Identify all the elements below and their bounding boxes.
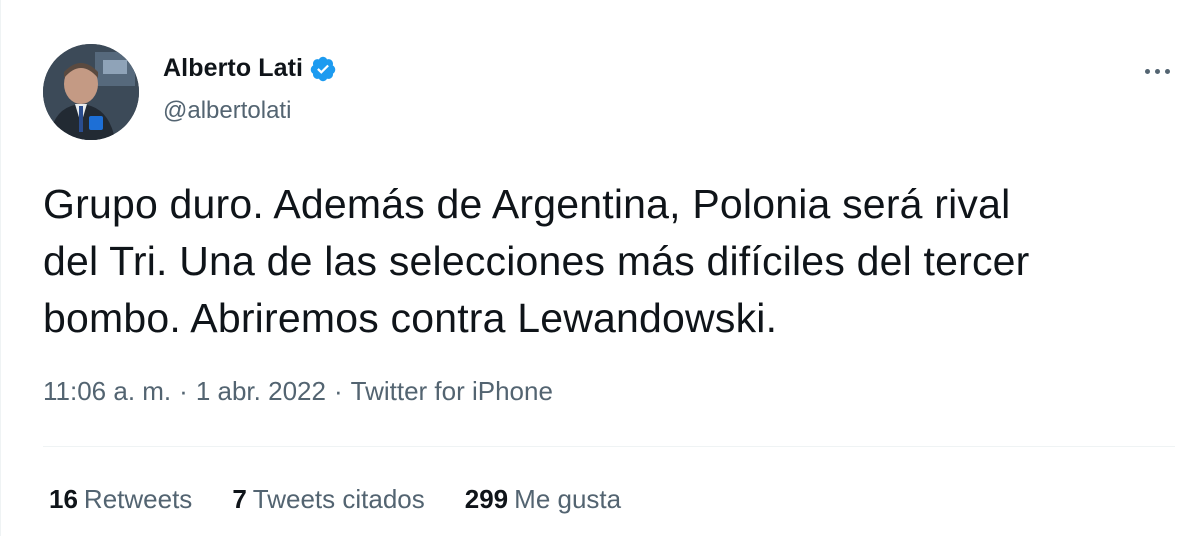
tweet-text-line: bombo. Abriremos contra Lewandowski. (43, 295, 778, 341)
author-row: Alberto Lati (163, 54, 337, 83)
retweets-label: Retweets (83, 484, 193, 514)
retweets-count: 16 (49, 484, 78, 514)
quotes-stat[interactable]: 7 Tweets citados (232, 484, 424, 515)
likes-label: Me gusta (514, 484, 622, 514)
tweet-text-line: Grupo duro. Además de Argentina, Polonia… (43, 181, 1011, 227)
more-options-icon[interactable] (1139, 56, 1175, 86)
avatar[interactable] (43, 44, 139, 140)
author-handle[interactable]: @albertolati (163, 97, 291, 125)
tweet-card: Alberto Lati @albertolati Grupo duro. Ad… (0, 0, 1200, 536)
quotes-count: 7 (232, 484, 247, 514)
tweet-text-line: del Tri. Una de las selecciones más difí… (43, 238, 1030, 284)
tweet-time[interactable]: 11:06 a. m. (43, 376, 171, 407)
retweets-stat[interactable]: 16 Retweets (49, 484, 192, 515)
tweet-date[interactable]: 1 abr. 2022 (196, 376, 326, 407)
tweet-meta: 11:06 a. m. · 1 abr. 2022 · Twitter for … (43, 376, 553, 407)
likes-stat[interactable]: 299 Me gusta (465, 484, 621, 515)
quotes-label: Tweets citados (252, 484, 425, 514)
tweet-source[interactable]: Twitter for iPhone (351, 376, 553, 407)
divider (43, 446, 1175, 447)
tweet-stats: 16 Retweets 7 Tweets citados 299 Me gusta (49, 484, 661, 515)
avatar-photo-icon (43, 44, 139, 140)
likes-count: 299 (464, 484, 509, 514)
verified-badge-icon (309, 55, 337, 83)
meta-separator: · (179, 376, 188, 406)
author-name[interactable]: Alberto Lati (163, 54, 303, 83)
tweet-text: Grupo duro. Además de Argentina, Polonia… (43, 176, 1163, 347)
meta-separator: · (333, 376, 343, 406)
